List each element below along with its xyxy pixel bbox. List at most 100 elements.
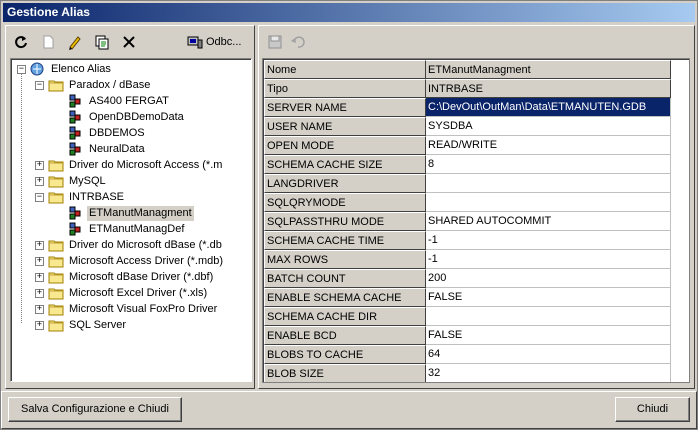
properties-grid[interactable]: Nome ETManutManagment Tipo INTRBASE SERVER N… [262,58,690,383]
property-value[interactable]: 32 [426,364,671,382]
delete-icon[interactable] [117,31,140,53]
property-row[interactable]: SQLPASSTHRU MODE SHARED AUTOCOMMIT [264,212,671,231]
property-value[interactable]: FALSE [426,326,671,345]
property-row[interactable]: MAX ROWS -1 [264,250,671,269]
property-row[interactable]: SCHEMA CACHE SIZE 8 [264,155,671,174]
property-value[interactable] [426,307,671,326]
alias-icon [69,206,81,220]
tree-alias-label: AS400 FERGAT [89,94,169,107]
window-title: Gestione Alias [3,3,695,22]
tree-alias[interactable]: DBDEMOS [68,125,147,141]
folder-icon [48,256,64,268]
property-row[interactable]: OPEN MODE READ/WRITE [264,136,671,155]
property-value[interactable]: -1 [426,250,671,269]
property-row[interactable]: SCHEMA CACHE TIME -1 [264,231,671,250]
save-icon[interactable] [263,31,286,53]
alias-tree[interactable]: − Elenco Alias − Paradox / dBase AS400 FERGA… [10,58,252,382]
folder-icon [48,176,64,188]
expand-toggle[interactable]: + [35,176,44,186]
left-toolbar: Odbc... [9,31,251,53]
tree-group[interactable]: − Paradox / dBase [35,77,152,93]
tree-group[interactable]: − INTRBASE [35,189,126,205]
property-value[interactable]: INTRBASE [426,79,671,98]
tree-group[interactable]: + Microsoft Access Driver (*.mdb) [35,253,225,269]
edit-icon[interactable] [63,31,86,53]
property-row[interactable]: SQLQRYMODE [264,193,671,212]
tree-group[interactable]: + Microsoft Visual FoxPro Driver [35,301,219,317]
property-key: SCHEMA CACHE DIR [264,307,426,326]
tree-group[interactable]: + Driver do Microsoft dBase (*.db [35,237,224,253]
save-button-label: Salva Configurazione e Chiudi [21,403,169,415]
property-value[interactable] [426,193,671,212]
collapse-toggle[interactable]: − [35,192,44,202]
tree-group[interactable]: + MySQL [35,173,108,189]
tree-group[interactable]: + Microsoft Excel Driver (*.xls) [35,285,209,301]
property-row[interactable]: ENABLE BCD FALSE [264,326,671,345]
property-row[interactable]: Tipo INTRBASE [264,79,671,98]
tree-group-label: SQL Server [69,318,127,331]
collapse-toggle[interactable]: − [17,64,26,74]
tree-group-label: Microsoft dBase Driver (*.dbf) [69,270,214,283]
property-value[interactable]: C:\DevOut\OutMan\Data\ETMANUTEN.GDB [426,98,671,117]
close-button[interactable]: Chiudi [615,397,690,422]
property-row[interactable]: USER NAME SYSDBA [264,117,671,136]
property-value[interactable]: READ/WRITE [426,136,671,155]
property-row[interactable]: BLOB SIZE 32 [264,364,671,382]
property-row[interactable]: BATCH COUNT 200 [264,269,671,288]
property-value[interactable]: -1 [426,231,671,250]
property-key: SQLPASSTHRU MODE [264,212,426,231]
tree-alias[interactable]: OpenDBDemoData [68,109,186,125]
tree-alias[interactable]: ETManutManagDef [68,221,186,237]
odbc-button[interactable]: Odbc... [184,31,244,53]
property-value[interactable]: SYSDBA [426,117,671,136]
property-key: MAX ROWS [264,250,426,269]
property-row[interactable]: BLOBS TO CACHE 64 [264,345,671,364]
tree-alias-label: OpenDBDemoData [89,110,184,123]
property-key: USER NAME [264,117,426,136]
expand-toggle[interactable]: + [35,320,44,330]
tree-group[interactable]: + SQL Server [35,317,128,333]
copy-icon[interactable] [90,31,113,53]
property-value[interactable]: 64 [426,345,671,364]
folder-icon [48,272,64,284]
expand-toggle[interactable]: + [35,272,44,282]
property-value[interactable]: 200 [426,269,671,288]
property-value[interactable] [426,174,671,193]
tree-alias[interactable]: NeuralData [68,141,147,157]
property-key: SCHEMA CACHE TIME [264,231,426,250]
tree-group-label: Microsoft Access Driver (*.mdb) [69,254,224,267]
property-value[interactable]: SHARED AUTOCOMMIT [426,212,671,231]
folder-icon [48,240,64,252]
tree-group[interactable]: + Driver do Microsoft Access (*.m [35,157,224,173]
undo-icon[interactable] [286,31,309,53]
expand-toggle[interactable]: + [35,256,44,266]
save-and-close-button[interactable]: Salva Configurazione e Chiudi [8,397,182,422]
tree-group[interactable]: + Microsoft dBase Driver (*.dbf) [35,269,215,285]
collapse-toggle[interactable]: − [35,80,44,90]
property-row[interactable]: ENABLE SCHEMA CACHE FALSE [264,288,671,307]
property-value[interactable]: ETManutManagment [426,60,671,79]
property-value[interactable]: 8 [426,155,671,174]
property-row[interactable]: SERVER NAME C:\DevOut\OutMan\Data\ETMANUT… [264,98,671,117]
property-row[interactable]: LANGDRIVER [264,174,671,193]
tree-alias-label: NeuralData [89,142,145,155]
property-key: BATCH COUNT [264,269,426,288]
new-icon[interactable] [36,31,59,53]
expand-toggle[interactable]: + [35,288,44,298]
tree-alias[interactable]: ETManutManagment [68,205,194,221]
folder-icon [48,80,64,92]
alias-icon [69,126,81,140]
property-value[interactable]: FALSE [426,288,671,307]
property-key: ENABLE SCHEMA CACHE [264,288,426,307]
tree-root[interactable]: − Elenco Alias [17,61,113,77]
tree-alias[interactable]: AS400 FERGAT [68,93,171,109]
expand-toggle[interactable]: + [35,240,44,250]
expand-toggle[interactable]: + [35,160,44,170]
expand-toggle[interactable]: + [35,304,44,314]
property-key: ENABLE BCD [264,326,426,345]
property-row[interactable]: Nome ETManutManagment [264,60,671,79]
tree-group-label: Microsoft Visual FoxPro Driver [69,302,218,315]
property-row[interactable]: SCHEMA CACHE DIR [264,307,671,326]
refresh-icon[interactable] [9,31,32,53]
tree-alias-label: ETManutManagment [87,205,194,221]
